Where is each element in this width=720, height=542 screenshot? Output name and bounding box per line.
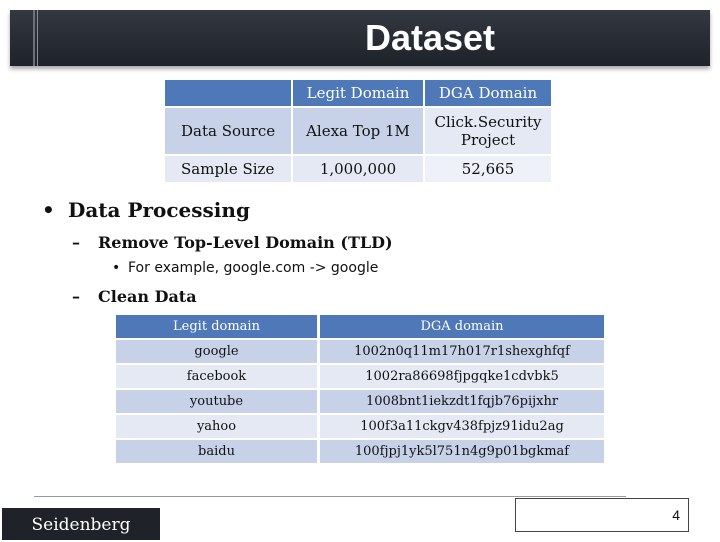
table-row: google 1002n0q11m17h017r1shexghfqf bbox=[116, 340, 604, 363]
table-cell: 1,000,000 bbox=[293, 156, 423, 182]
table-row: yahoo 100f3a11ckgv438fpjz91idu2ag bbox=[116, 415, 604, 438]
sub-sub-bullet-example: • For example, google.com -> google bbox=[112, 260, 378, 276]
table-header: Legit domain bbox=[116, 315, 317, 338]
table-row: youtube 1008bnt1iekzdt1fqjb76pijxhr bbox=[116, 390, 604, 413]
bullet-dot-icon: • bbox=[42, 198, 55, 222]
table-row: Sample Size 1,000,000 52,665 bbox=[165, 156, 551, 182]
brand-logo: Seidenberg bbox=[2, 508, 160, 540]
title-bar: Dataset bbox=[10, 10, 710, 66]
row-label: Data Source bbox=[165, 108, 291, 154]
dataset-table: Legit Domain DGA Domain Data Source Alex… bbox=[163, 78, 553, 184]
table-cell: 100f3a11ckgv438fpjz91idu2ag bbox=[320, 415, 604, 438]
table-header-row: Legit domain DGA domain bbox=[116, 315, 604, 338]
table-cell: 1008bnt1iekzdt1fqjb76pijxhr bbox=[320, 390, 604, 413]
table-row: baidu 100fjpj1yk5l751n4g9p01bgkmaf bbox=[116, 440, 604, 463]
table-header-row: Legit Domain DGA Domain bbox=[165, 80, 551, 106]
table-cell: baidu bbox=[116, 440, 317, 463]
row-label: Sample Size bbox=[165, 156, 291, 182]
table-cell: 52,665 bbox=[425, 156, 551, 182]
table-cell: youtube bbox=[116, 390, 317, 413]
table-header: DGA domain bbox=[320, 315, 604, 338]
table-cell: Alexa Top 1M bbox=[293, 108, 423, 154]
page-number-box: 4 bbox=[515, 498, 689, 532]
bullet-data-processing: • Data Processing bbox=[42, 198, 250, 222]
table-cell: 1002ra86698fjpgqke1cdvbk5 bbox=[320, 365, 604, 388]
bullet-text: For example, google.com -> google bbox=[128, 260, 379, 276]
table-header-empty bbox=[165, 80, 291, 106]
page-number: 4 bbox=[672, 507, 680, 523]
slide-title: Dataset bbox=[364, 17, 496, 58]
table-cell: yahoo bbox=[116, 415, 317, 438]
table-cell: 1002n0q11m17h017r1shexghfqf bbox=[320, 340, 604, 363]
table-cell: 100fjpj1yk5l751n4g9p01bgkmaf bbox=[320, 440, 604, 463]
domain-table: Legit domain DGA domain google 1002n0q11… bbox=[113, 313, 607, 465]
dash-icon: – bbox=[72, 287, 80, 306]
table-cell: facebook bbox=[116, 365, 317, 388]
bullet-dot-icon: • bbox=[112, 260, 121, 276]
bullet-text: Data Processing bbox=[68, 198, 250, 222]
table-header: DGA Domain bbox=[425, 80, 551, 106]
table-header: Legit Domain bbox=[293, 80, 423, 106]
table-cell: Click.Security Project bbox=[425, 108, 551, 154]
cell-line: Click.Security bbox=[434, 113, 542, 131]
dash-icon: – bbox=[72, 233, 80, 252]
table-cell: google bbox=[116, 340, 317, 363]
footer-divider bbox=[34, 496, 626, 497]
bullet-text: Clean Data bbox=[98, 287, 197, 306]
bullet-text: Remove Top-Level Domain (TLD) bbox=[98, 233, 393, 252]
cell-line: Project bbox=[460, 131, 516, 149]
sub-bullet-remove-tld: – Remove Top-Level Domain (TLD) bbox=[72, 233, 393, 252]
table-row: facebook 1002ra86698fjpgqke1cdvbk5 bbox=[116, 365, 604, 388]
sub-bullet-clean-data: – Clean Data bbox=[72, 287, 197, 306]
table-row: Data Source Alexa Top 1M Click.Security … bbox=[165, 108, 551, 154]
